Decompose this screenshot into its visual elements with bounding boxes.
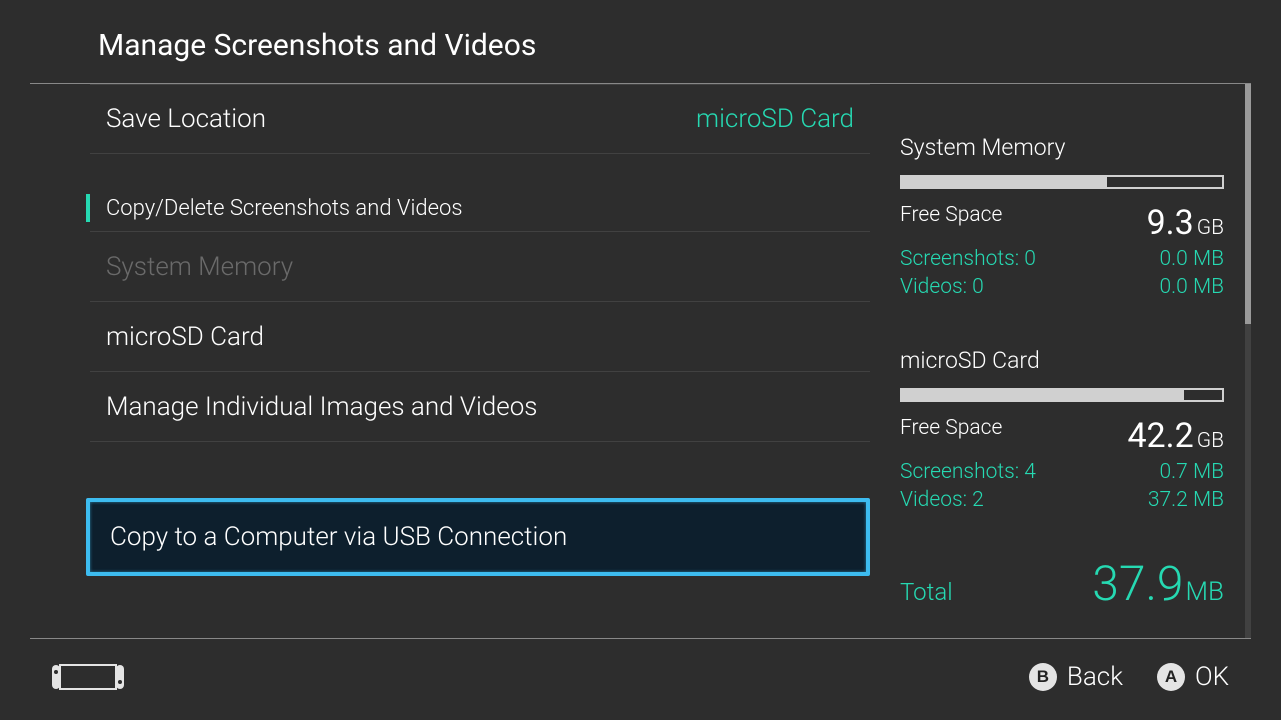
system-videos-size: 0.0 MB [1160, 275, 1225, 299]
system-free-value: 9.3GB [1147, 203, 1224, 243]
save-location-row[interactable]: Save Location microSD Card [90, 84, 870, 154]
button-hints: B Back A OK [1029, 662, 1229, 692]
sd-screenshots: Screenshots: 4 [900, 460, 1036, 484]
copy-usb-button[interactable]: Copy to a Computer via USB Connection [86, 498, 870, 576]
total-value: 37.9MB [1092, 555, 1224, 612]
b-button-icon: B [1029, 663, 1057, 691]
scrollbar-thumb[interactable] [1245, 84, 1251, 324]
scrollbar[interactable] [1245, 84, 1251, 638]
menu-system-memory: System Memory [90, 232, 870, 302]
footer-bar: B Back A OK [30, 638, 1251, 714]
menu-column: Save Location microSD Card Copy/Delete S… [30, 84, 870, 638]
save-location-label: Save Location [106, 104, 266, 134]
system-memory-bar [900, 175, 1224, 189]
total-row: Total 37.9MB [900, 555, 1224, 612]
page-title: Manage Screenshots and Videos [98, 28, 1251, 63]
sd-videos: Videos: 2 [900, 488, 984, 512]
sd-free-value: 42.2GB [1127, 416, 1224, 456]
microsd-fill [902, 390, 1184, 400]
microsd-bar [900, 388, 1224, 402]
copy-delete-header: Copy/Delete Screenshots and Videos [90, 186, 870, 232]
content-area: Save Location microSD Card Copy/Delete S… [0, 84, 1281, 638]
ok-hint[interactable]: A OK [1157, 662, 1229, 692]
total-label: Total [900, 578, 953, 606]
sd-videos-size: 37.2 MB [1148, 488, 1224, 512]
menu-microsd[interactable]: microSD Card [90, 302, 870, 372]
a-button-icon: A [1157, 663, 1185, 691]
sd-free-label: Free Space [900, 416, 1002, 456]
microsd-title: microSD Card [900, 347, 1224, 374]
storage-column: System Memory Free Space 9.3GB Screensho… [870, 84, 1251, 638]
system-memory-fill [902, 177, 1107, 187]
system-free-label: Free Space [900, 203, 1002, 243]
save-location-value: microSD Card [696, 104, 854, 134]
controller-icon [52, 663, 124, 691]
sd-screenshots-size: 0.7 MB [1160, 460, 1225, 484]
back-hint[interactable]: B Back [1029, 662, 1123, 692]
system-screenshots-size: 0.0 MB [1160, 247, 1225, 271]
system-memory-block: System Memory Free Space 9.3GB Screensho… [900, 134, 1224, 299]
menu-manage-individual[interactable]: Manage Individual Images and Videos [90, 372, 870, 442]
microsd-block: microSD Card Free Space 42.2GB Screensho… [900, 347, 1224, 512]
page-header: Manage Screenshots and Videos [30, 0, 1251, 84]
system-videos: Videos: 0 [900, 275, 984, 299]
system-screenshots: Screenshots: 0 [900, 247, 1036, 271]
system-memory-title: System Memory [900, 134, 1224, 161]
